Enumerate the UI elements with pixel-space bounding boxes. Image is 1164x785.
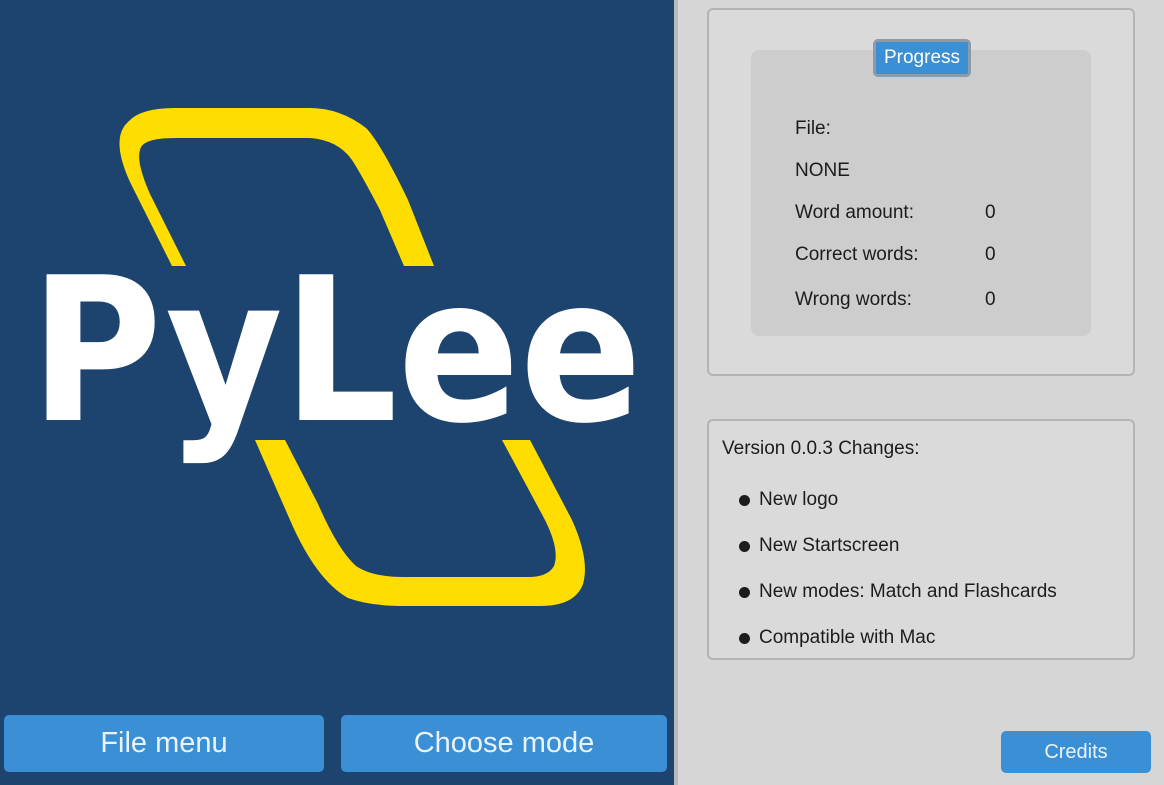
credits-button[interactable]: Credits xyxy=(1001,731,1151,773)
pylee-logo: PyLee xyxy=(30,108,642,606)
word-amount-value: 0 xyxy=(985,202,996,223)
wrong-words-label: Wrong words: xyxy=(795,289,912,310)
progress-frame: Progress File: NONE Word amount: 0 Corre… xyxy=(707,8,1135,376)
choose-mode-button[interactable]: Choose mode xyxy=(341,715,667,772)
progress-title: Progress xyxy=(873,39,971,77)
changelog-item: New logo xyxy=(739,489,838,511)
logo-panel: PyLee File menu Choose mode xyxy=(0,0,674,785)
wrong-words-value: 0 xyxy=(985,289,996,310)
logo-text: PyLee xyxy=(30,235,642,468)
bullet-icon xyxy=(739,494,750,506)
correct-words-label: Correct words: xyxy=(795,244,919,265)
changelog-item: New modes: Match and Flashcards xyxy=(739,581,1057,603)
file-value: NONE xyxy=(795,160,850,181)
bullet-icon xyxy=(739,632,750,644)
bullet-icon xyxy=(739,586,750,598)
correct-words-value: 0 xyxy=(985,244,996,265)
changelog-item-text: New Startscreen xyxy=(759,535,900,556)
word-amount-label: Word amount: xyxy=(795,202,914,223)
file-menu-button[interactable]: File menu xyxy=(4,715,324,772)
changelog-item-text: New modes: Match and Flashcards xyxy=(759,581,1057,602)
bullet-icon xyxy=(739,540,750,552)
changelog-item-text: New logo xyxy=(759,489,839,510)
changelog-item-text: Compatible with Mac xyxy=(759,627,936,648)
changelog-item: Compatible with Mac xyxy=(739,627,935,649)
panel-divider xyxy=(674,0,678,785)
changelog-frame: Version 0.0.3 Changes: New logo New Star… xyxy=(707,419,1135,660)
changelog-item: New Startscreen xyxy=(739,535,899,557)
changelog-title: Version 0.0.3 Changes: xyxy=(722,438,920,459)
file-label: File: xyxy=(795,118,831,139)
